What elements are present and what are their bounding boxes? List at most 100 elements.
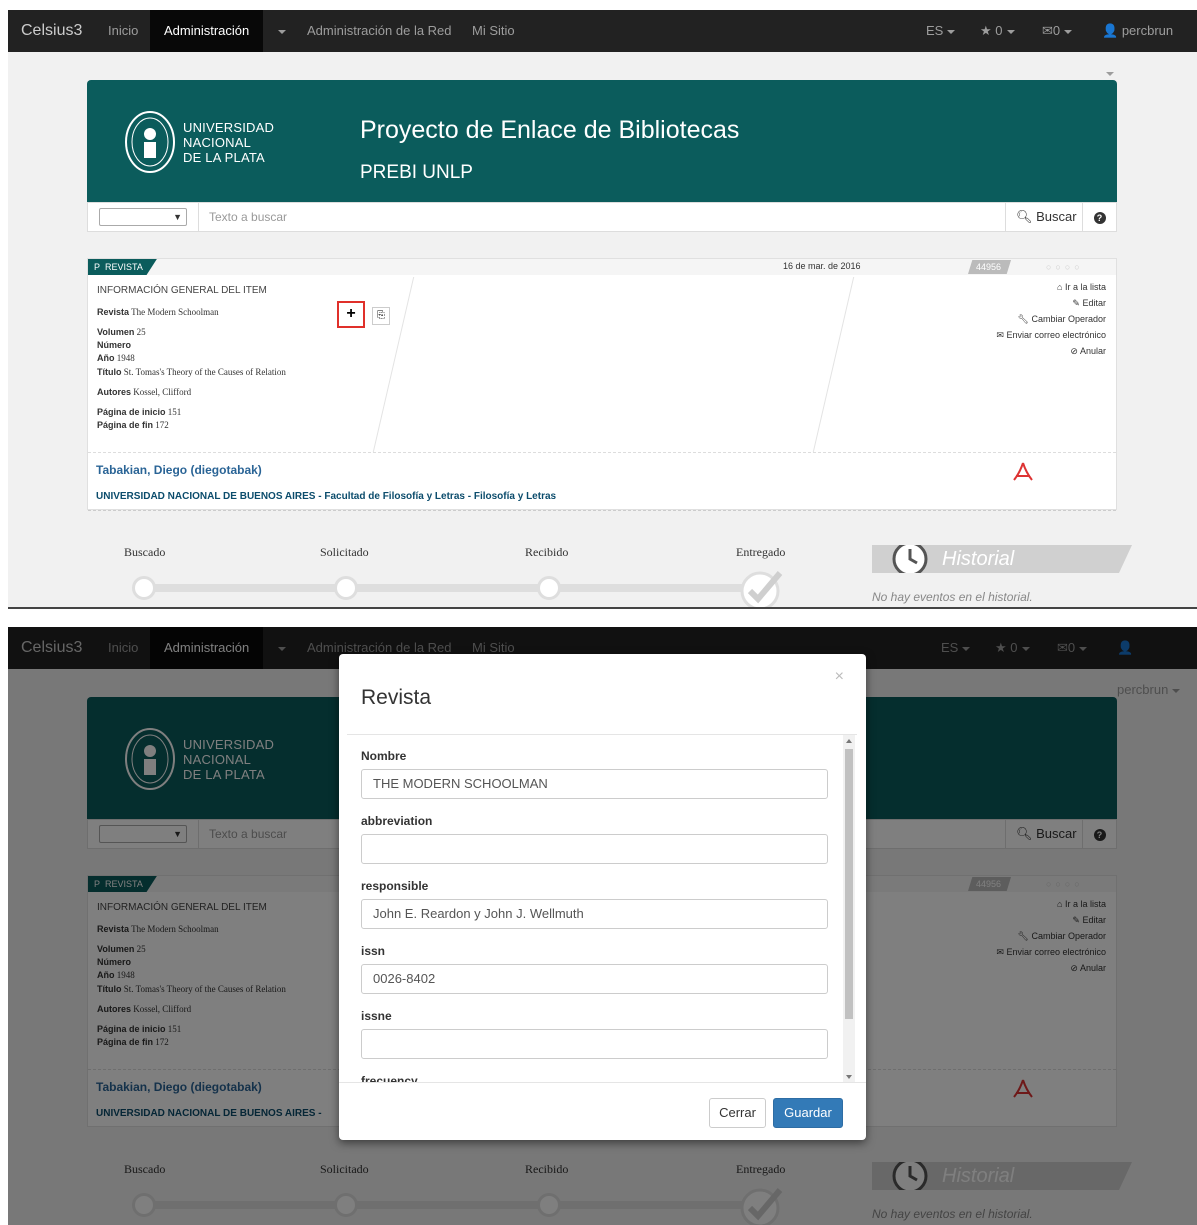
caret-down-icon: [1106, 71, 1114, 76]
university-seal-icon: [125, 111, 175, 173]
step-label-entregado: Entregado: [736, 545, 786, 559]
nav-mi-sitio[interactable]: Mi Sitio: [458, 10, 529, 52]
scroll-down-icon[interactable]: [846, 1075, 852, 1079]
modal-footer: Cerrar Guardar: [339, 1082, 866, 1140]
envelope-icon: ✉: [996, 330, 1004, 340]
status-dots: ○○○○: [1046, 262, 1084, 272]
search-icon: 🔍︎: [1016, 209, 1033, 224]
caret-down-icon: [947, 29, 956, 34]
nav-messages[interactable]: ✉0: [1028, 10, 1086, 52]
star-icon: ★: [980, 23, 992, 38]
search-input[interactable]: Texto a buscar: [198, 203, 1004, 231]
request-date: 16 de mar. de 2016: [783, 261, 861, 271]
screenshot-modal-view: Celsius3 Inicio Administración Administr…: [8, 627, 1197, 1225]
site-header: UNIVERSIDAD NACIONAL DE LA PLATA Proyect…: [87, 80, 1117, 202]
navbar: Celsius3 Inicio Administración Administr…: [8, 10, 1197, 76]
cerrar-button[interactable]: Cerrar: [709, 1098, 766, 1128]
divider-slash: [372, 277, 415, 452]
caret-down-icon: [278, 29, 286, 34]
nombre-input[interactable]: THE MODERN SCHOOLMAN: [361, 769, 828, 799]
nav-inicio[interactable]: Inicio: [94, 10, 152, 52]
requester-user[interactable]: Tabakian, Diego (diegotabak): [96, 463, 262, 477]
action-cancel[interactable]: ⊘ Anular: [996, 343, 1106, 359]
nav-administracion[interactable]: Administración: [150, 10, 264, 52]
step-node-solicitado: [334, 576, 358, 600]
check-circle-icon: [740, 571, 783, 608]
step-label-recibido: Recibido: [525, 545, 569, 559]
caret-down-icon: [1064, 29, 1073, 34]
journal-modal: × Revista Nombre THE MODERN SCHOOLMAN ab…: [339, 654, 866, 1140]
field-autores: Autores Kossel, Clifford: [97, 387, 192, 397]
nav-user[interactable]: 👤 percbrun: [1088, 10, 1197, 76]
step-node-recibido: [537, 576, 561, 600]
card-bottom-border: [88, 510, 1116, 511]
field-titulo: Título St. Tomas's Theory of the Causes …: [97, 367, 286, 377]
field-pagina-fin: Página de fin 172: [97, 420, 169, 430]
abbreviation-input[interactable]: [361, 834, 828, 864]
history-empty-message: No hay eventos en el historial.: [872, 590, 1033, 604]
home-icon: ⌂: [1057, 282, 1063, 292]
responsible-input[interactable]: John E. Reardon y John J. Wellmuth: [361, 899, 828, 929]
action-go-to-list[interactable]: ⌂ Ir a la lista: [996, 279, 1106, 295]
pdf-icon[interactable]: [1012, 461, 1034, 483]
user-icon: 👤: [1102, 23, 1119, 38]
issn-input[interactable]: 0026-8402: [361, 964, 828, 994]
search-bar: ▼ Texto a buscar 🔍︎ Buscar ?: [87, 202, 1117, 232]
history-header: Historial: [872, 545, 1132, 573]
site-subtitle: PREBI UNLP: [360, 162, 473, 183]
label-frecuency: frecuency: [361, 1074, 418, 1082]
request-actions: ⌂ Ir a la lista ✎ Editar 🔧︎ Cambiar Oper…: [996, 279, 1106, 359]
step-node-buscado: [132, 576, 156, 600]
nav-administracion-red[interactable]: Administración de la Red: [293, 10, 466, 52]
field-volumen: Volumen 25: [97, 327, 146, 337]
modal-scrollbar[interactable]: [843, 735, 855, 1082]
search-type-select[interactable]: ▼: [99, 208, 187, 226]
caret-down-icon: [1006, 29, 1015, 34]
brand[interactable]: Celsius3: [21, 22, 82, 40]
step-label-buscado: Buscado: [124, 545, 166, 559]
label-nombre: Nombre: [361, 749, 407, 763]
request-type-tag: P REVISTA: [88, 259, 157, 275]
request-card: P REVISTA 16 de mar. de 2016 44956 ○○○○ …: [87, 258, 1117, 511]
field-revista: Revista The Modern Schoolman: [97, 307, 219, 317]
add-journal-button[interactable]: +: [337, 301, 365, 328]
question-icon: ?: [1093, 212, 1106, 224]
university-name: UNIVERSIDAD NACIONAL DE LA PLATA: [183, 120, 275, 165]
guardar-button[interactable]: Guardar: [773, 1098, 843, 1128]
scroll-up-icon[interactable]: [846, 739, 852, 743]
card-divider: [88, 452, 1116, 453]
nav-favorites[interactable]: ★ 0: [966, 10, 1029, 52]
site-title: Proyecto de Enlace de Bibliotecas: [360, 116, 740, 144]
scrollbar-thumb[interactable]: [845, 749, 853, 1019]
screenshot-request-view: Celsius3 Inicio Administración Administr…: [8, 10, 1197, 608]
clock-icon: [892, 545, 928, 573]
info-heading: INFORMACIÓN GENERAL DEL ITEM: [97, 285, 267, 296]
card-strip: [88, 259, 1116, 275]
requester-institution: UNIVERSIDAD NACIONAL DE BUENOS AIRES - F…: [96, 491, 557, 502]
ban-icon: ⊘: [1070, 346, 1078, 356]
divider-slash: [812, 277, 855, 452]
close-icon[interactable]: ×: [835, 668, 844, 686]
field-anio: Año 1948: [97, 353, 135, 363]
history-title: Historial: [942, 548, 1015, 570]
search-button[interactable]: 🔍︎ Buscar: [1005, 203, 1081, 231]
action-change-operator[interactable]: 🔧︎ Cambiar Operador: [996, 311, 1106, 327]
nav-language[interactable]: ES: [912, 10, 969, 52]
request-id: 44956: [968, 260, 1012, 274]
step-label-solicitado: Solicitado: [320, 545, 369, 559]
issne-input[interactable]: [361, 1029, 828, 1059]
copy-icon[interactable]: ⎘: [372, 307, 390, 325]
label-issn: issn: [361, 944, 386, 958]
modal-title: Revista: [361, 686, 432, 709]
action-send-email[interactable]: ✉ Enviar correo electrónico: [996, 327, 1106, 343]
field-pagina-inicio: Página de inicio 151: [97, 407, 182, 417]
envelope-icon: ✉: [1042, 23, 1053, 38]
progress-track: [143, 584, 763, 592]
action-edit[interactable]: ✎ Editar: [996, 295, 1106, 311]
label-abbreviation: abbreviation: [361, 814, 433, 828]
label-issne: issne: [361, 1009, 392, 1023]
screenshot-separator: [8, 607, 1197, 609]
help-button[interactable]: ?: [1082, 203, 1116, 231]
wrench-icon: 🔧︎: [1017, 314, 1029, 324]
pencil-icon: ✎: [1072, 298, 1080, 308]
